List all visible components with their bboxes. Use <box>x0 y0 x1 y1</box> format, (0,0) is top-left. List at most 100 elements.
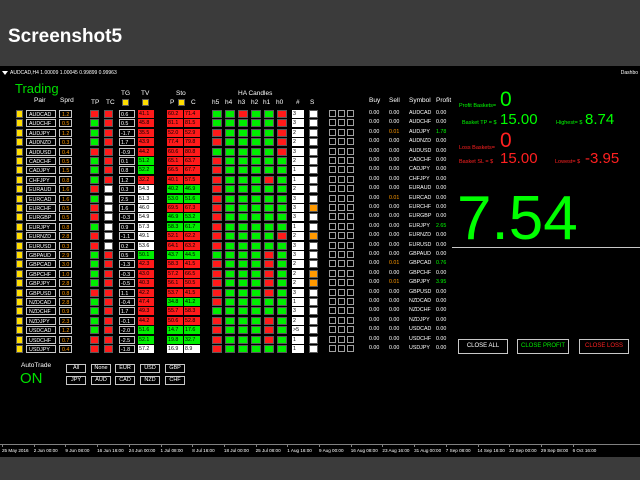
close-pair-button[interactable] <box>347 157 354 164</box>
pair-select-square[interactable] <box>16 147 23 156</box>
sell-button[interactable] <box>338 213 345 221</box>
buy-button[interactable] <box>329 157 336 164</box>
sell-button[interactable] <box>338 194 345 202</box>
pair-button[interactable]: AUDCAD <box>26 110 56 118</box>
sell-button[interactable] <box>338 269 345 277</box>
pair-select-square[interactable] <box>16 251 23 259</box>
close-pair-button[interactable] <box>347 288 354 296</box>
sell-button[interactable] <box>338 222 345 230</box>
buy-button[interactable] <box>329 316 336 324</box>
filter-aud-button[interactable]: AUD <box>91 376 111 385</box>
sell-button[interactable] <box>338 119 345 127</box>
close-pair-button[interactable] <box>347 326 354 334</box>
sell-button[interactable] <box>338 147 345 155</box>
buy-button[interactable] <box>329 222 336 230</box>
buy-button[interactable] <box>329 241 336 249</box>
buy-button[interactable] <box>329 288 336 296</box>
pair-select-square[interactable] <box>16 213 23 222</box>
pair-select-square[interactable] <box>16 185 23 194</box>
sell-button[interactable] <box>338 185 345 193</box>
close-pair-button[interactable] <box>347 335 354 343</box>
pair-select-square[interactable] <box>16 307 23 316</box>
close-all-button[interactable]: CLOSE ALL <box>458 339 508 354</box>
pair-select-square[interactable] <box>16 166 23 175</box>
filter-jpy-button[interactable]: JPY <box>66 376 86 385</box>
pair-button[interactable]: GBPUSD <box>26 288 56 297</box>
sell-button[interactable] <box>338 335 345 343</box>
pair-select-square[interactable] <box>16 279 23 288</box>
close-pair-button[interactable] <box>347 128 354 136</box>
pair-button[interactable]: EURUSD <box>26 241 56 250</box>
pair-select-square[interactable] <box>16 241 23 250</box>
filter-chf-button[interactable]: CHF <box>165 376 185 385</box>
pair-select-square[interactable] <box>16 335 23 344</box>
close-pair-button[interactable] <box>347 251 354 258</box>
buy-button[interactable] <box>329 147 336 155</box>
close-pair-button[interactable] <box>347 204 354 211</box>
close-pair-button[interactable] <box>347 316 354 324</box>
sell-button[interactable] <box>338 316 345 324</box>
close-pair-button[interactable] <box>347 232 354 240</box>
buy-button[interactable] <box>329 232 336 240</box>
sell-button[interactable] <box>338 204 345 211</box>
pair-select-square[interactable] <box>16 288 23 297</box>
pair-select-square[interactable] <box>16 316 23 325</box>
pair-button[interactable]: NZDCAD <box>26 298 56 306</box>
sell-button[interactable] <box>338 232 345 240</box>
pair-select-square[interactable] <box>16 119 23 128</box>
pair-select-square[interactable] <box>16 326 23 335</box>
pair-select-square[interactable] <box>16 298 23 306</box>
close-pair-button[interactable] <box>347 213 354 221</box>
buy-button[interactable] <box>329 213 336 221</box>
pair-button[interactable]: AUDJPY <box>26 128 56 137</box>
sell-button[interactable] <box>338 279 345 287</box>
sell-button[interactable] <box>338 138 345 146</box>
autotrade-toggle[interactable]: ON <box>20 370 43 387</box>
buy-button[interactable] <box>329 175 336 183</box>
close-pair-button[interactable] <box>347 345 354 352</box>
close-pair-button[interactable] <box>347 260 354 268</box>
filter-all-button[interactable]: All <box>66 364 86 373</box>
buy-button[interactable] <box>329 110 336 117</box>
buy-button[interactable] <box>329 307 336 315</box>
close-pair-button[interactable] <box>347 269 354 277</box>
sell-button[interactable] <box>338 251 345 258</box>
pair-select-square[interactable] <box>16 232 23 241</box>
pair-button[interactable]: GBPCAD <box>26 260 56 269</box>
sell-button[interactable] <box>338 307 345 315</box>
close-pair-button[interactable] <box>347 119 354 127</box>
close-pair-button[interactable] <box>347 241 354 249</box>
pair-button[interactable]: USDJPY <box>26 345 56 353</box>
buy-button[interactable] <box>329 298 336 305</box>
sell-button[interactable] <box>338 298 345 305</box>
sell-button[interactable] <box>338 288 345 296</box>
close-pair-button[interactable] <box>347 166 354 174</box>
filter-nzd-button[interactable]: NZD <box>140 376 160 385</box>
pair-button[interactable]: AUDNZD <box>26 138 56 147</box>
pair-select-square[interactable] <box>16 157 23 165</box>
buy-button[interactable] <box>329 335 336 343</box>
close-pair-button[interactable] <box>347 307 354 315</box>
close-pair-button[interactable] <box>347 110 354 117</box>
pair-button[interactable]: EURCHF <box>26 204 56 212</box>
sell-button[interactable] <box>338 157 345 164</box>
pair-select-square[interactable] <box>16 345 23 353</box>
pair-button[interactable]: EURJPY <box>26 222 56 231</box>
sell-button[interactable] <box>338 110 345 117</box>
close-pair-button[interactable] <box>347 194 354 202</box>
close-profit-button[interactable]: CLOSE PROFIT <box>517 339 569 354</box>
pair-select-square[interactable] <box>16 269 23 278</box>
close-loss-button[interactable]: CLOSE LOSS <box>579 339 629 354</box>
filter-none-button[interactable]: None <box>91 364 111 373</box>
buy-button[interactable] <box>329 345 336 352</box>
pair-select-square[interactable] <box>16 138 23 147</box>
pair-button[interactable]: CADCHF <box>26 157 56 165</box>
pair-select-square[interactable] <box>16 260 23 269</box>
chevron-down-icon[interactable] <box>2 71 8 75</box>
pair-select-square[interactable] <box>16 222 23 231</box>
pair-button[interactable]: CHFJPY <box>26 175 56 184</box>
pair-button[interactable]: USDCHF <box>26 335 56 344</box>
pair-select-square[interactable] <box>16 194 23 203</box>
close-pair-button[interactable] <box>347 185 354 193</box>
sell-button[interactable] <box>338 166 345 174</box>
